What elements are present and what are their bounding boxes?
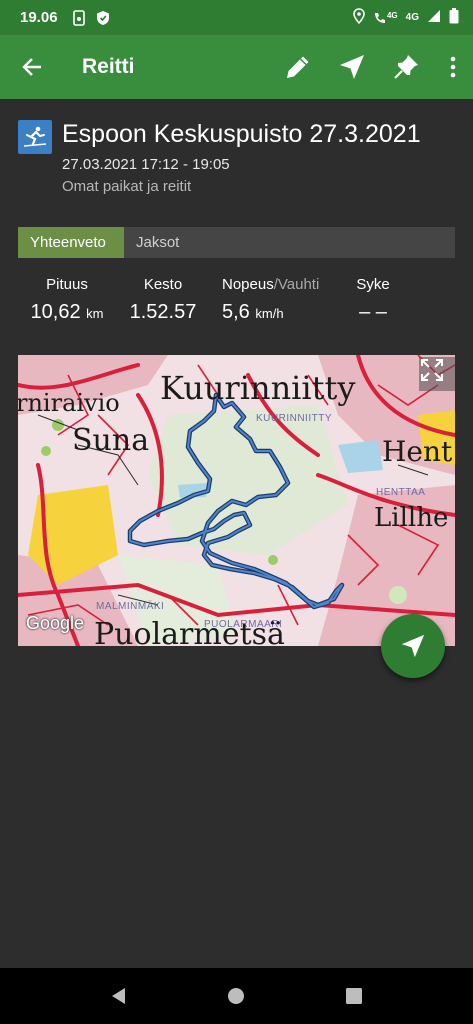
signal-icon xyxy=(427,9,441,26)
navigate-button[interactable] xyxy=(325,35,379,99)
stat-speed: Nopeus/Vauhti 5,6 km/h xyxy=(218,276,338,324)
map-label-malminmaki-district: MALMINMÄKI xyxy=(96,601,165,612)
route-category[interactable]: Omat paikat ja reitit xyxy=(62,178,191,195)
more-vert-icon xyxy=(450,56,456,78)
stat-speed-label: Nopeus xyxy=(222,276,274,293)
status-time: 19.06 xyxy=(20,9,58,26)
stat-distance-value: 10,62 xyxy=(30,301,81,323)
pencil-icon xyxy=(287,56,309,78)
pin-icon xyxy=(394,55,418,79)
nav-recents-button[interactable] xyxy=(334,976,374,1016)
nav-recents-icon xyxy=(346,988,363,1004)
start-navigation-fab[interactable] xyxy=(381,614,445,678)
nav-home-button[interactable] xyxy=(216,976,256,1016)
stat-speed-label-group: Nopeus/Vauhti xyxy=(222,276,338,293)
stat-heart-rate-label: Syke xyxy=(356,276,390,293)
stat-duration: Kesto 1.52.57 xyxy=(124,276,202,324)
nav-back-icon xyxy=(111,988,125,1004)
map-label-suna: Suna xyxy=(72,423,150,458)
pin-button[interactable] xyxy=(379,35,433,99)
screenshot-icon xyxy=(72,9,86,26)
tab-bar: Yhteenveto Jaksot xyxy=(18,227,455,258)
battery-icon xyxy=(449,8,459,27)
tab-segments[interactable]: Jaksot xyxy=(124,227,191,258)
stat-duration-label: Kesto xyxy=(143,276,183,293)
cross-country-skiing-icon xyxy=(18,120,52,154)
map-label-henttaa-district: HENTTAA xyxy=(376,487,426,498)
shield-icon xyxy=(96,10,110,26)
stat-speed-value: 5,6 xyxy=(222,301,250,323)
map-label-lillhe: Lillhe xyxy=(374,503,449,533)
screen-title: Reitti xyxy=(82,55,135,78)
fullscreen-button[interactable] xyxy=(419,357,455,391)
nav-home-icon xyxy=(228,988,245,1004)
stat-distance-unit: km xyxy=(86,306,104,321)
stat-heart-rate-value: – – xyxy=(359,301,387,323)
stat-speed-value-group: 5,6 km/h xyxy=(222,301,338,324)
stat-pace-label: /Vauhti xyxy=(273,276,320,293)
navigate-icon xyxy=(340,55,364,79)
route-map[interactable]: Kuurinniitty KUURINNIITTY rniraivio Suna… xyxy=(18,355,455,646)
network-label: 4G xyxy=(386,10,398,20)
stat-speed-unit: km/h xyxy=(255,306,284,321)
stat-duration-value: 1.52.57 xyxy=(129,301,197,323)
stat-distance-label: Pituus xyxy=(46,276,88,293)
tab-summary[interactable]: Yhteenveto xyxy=(18,227,124,258)
wifi-call-icon: 4G xyxy=(373,11,398,25)
status-bar: 19.06 4G 4G xyxy=(0,0,473,35)
navigate-icon xyxy=(401,634,425,658)
stat-distance: Pituus 10,62 km xyxy=(28,276,106,324)
route-title: Espoon Keskuspuisto 27.3.2021 xyxy=(62,120,421,148)
back-arrow-icon xyxy=(22,58,41,76)
stat-heart-rate: Syke – – xyxy=(348,276,398,324)
route-date-time: 27.03.2021 17:12 - 19:05 xyxy=(62,156,230,173)
map-label-kuurinniitty: Kuurinniitty xyxy=(160,369,356,407)
app-bar: Reitti xyxy=(0,35,473,99)
map-label-kuurinniitty-district: KUURINNIITTY xyxy=(256,413,332,424)
back-button[interactable] xyxy=(0,35,64,99)
location-icon xyxy=(353,8,365,27)
system-nav-bar xyxy=(0,968,473,1024)
nav-back-button[interactable] xyxy=(99,976,139,1016)
map-attribution: Google xyxy=(26,613,85,633)
edit-button[interactable] xyxy=(271,35,325,99)
network-label-2: 4G xyxy=(405,12,419,23)
stat-distance-value-group: 10,62 km xyxy=(28,301,106,324)
map-label-hent: Hent xyxy=(382,435,453,468)
map-label-puolarmetsa: Puolarmetsä xyxy=(94,617,285,646)
more-options-button[interactable] xyxy=(433,35,473,99)
fullscreen-icon xyxy=(421,359,443,381)
map-label-rniraivio: rniraivio xyxy=(18,389,120,417)
